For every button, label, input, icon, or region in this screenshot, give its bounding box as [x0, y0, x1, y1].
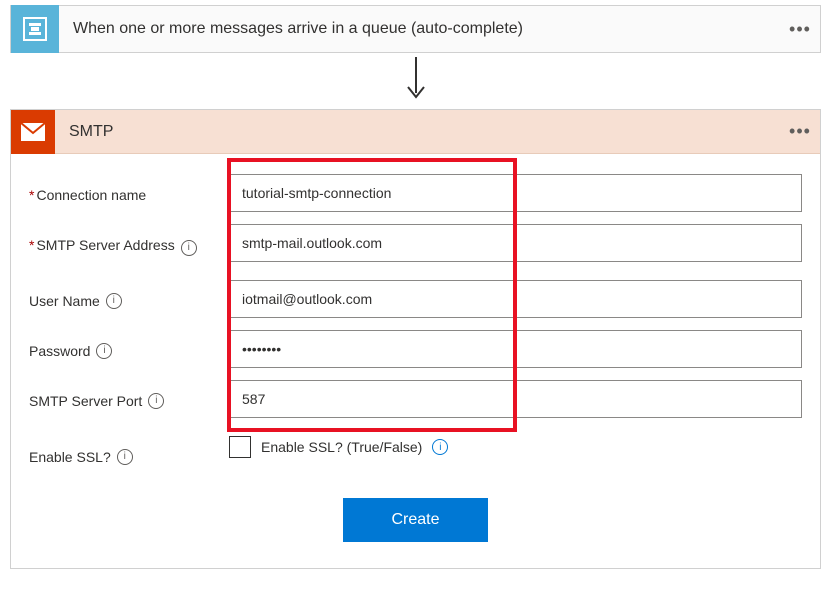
- info-icon[interactable]: i: [432, 439, 448, 455]
- queue-icon: [11, 5, 59, 53]
- connector-arrow: [0, 53, 831, 109]
- create-button[interactable]: Create: [343, 498, 487, 542]
- create-row: Create: [29, 498, 802, 542]
- info-icon[interactable]: i: [117, 449, 133, 465]
- enable-ssl-checkbox-label: Enable SSL? (True/False): [261, 439, 422, 455]
- label-enable-ssl: Enable SSL? i: [29, 436, 229, 468]
- info-icon[interactable]: i: [96, 343, 112, 359]
- label-password: Password i: [29, 330, 229, 362]
- row-connection-name: *Connection name: [29, 174, 802, 212]
- label-server-address: *SMTP Server Address i: [29, 224, 229, 256]
- info-icon[interactable]: i: [148, 393, 164, 409]
- trigger-title: When one or more messages arrive in a qu…: [59, 20, 780, 38]
- enable-ssl-checkbox[interactable]: [229, 436, 251, 458]
- trigger-menu-button[interactable]: •••: [780, 19, 820, 40]
- row-user-name: User Name i: [29, 280, 802, 318]
- row-server-port: SMTP Server Port i: [29, 380, 802, 418]
- row-password: Password i: [29, 330, 802, 368]
- password-input[interactable]: [229, 330, 802, 368]
- label-user-name: User Name i: [29, 280, 229, 312]
- action-title: SMTP: [55, 123, 780, 141]
- trigger-card[interactable]: When one or more messages arrive in a qu…: [10, 5, 821, 53]
- label-connection-name: *Connection name: [29, 174, 229, 206]
- server-port-input[interactable]: [229, 380, 802, 418]
- info-icon[interactable]: i: [181, 240, 197, 256]
- label-server-port: SMTP Server Port i: [29, 380, 229, 412]
- action-card: SMTP ••• *Connection name *SMTP Server A…: [10, 109, 821, 569]
- action-header[interactable]: SMTP •••: [11, 110, 820, 154]
- server-address-input[interactable]: [229, 224, 802, 262]
- connection-name-input[interactable]: [229, 174, 802, 212]
- row-enable-ssl: Enable SSL? i Enable SSL? (True/False) i: [29, 436, 802, 468]
- form-body: *Connection name *SMTP Server Address i …: [11, 154, 820, 568]
- action-menu-button[interactable]: •••: [780, 121, 820, 142]
- info-icon[interactable]: i: [106, 293, 122, 309]
- mail-icon: [11, 110, 55, 154]
- row-server-address: *SMTP Server Address i: [29, 224, 802, 262]
- user-name-input[interactable]: [229, 280, 802, 318]
